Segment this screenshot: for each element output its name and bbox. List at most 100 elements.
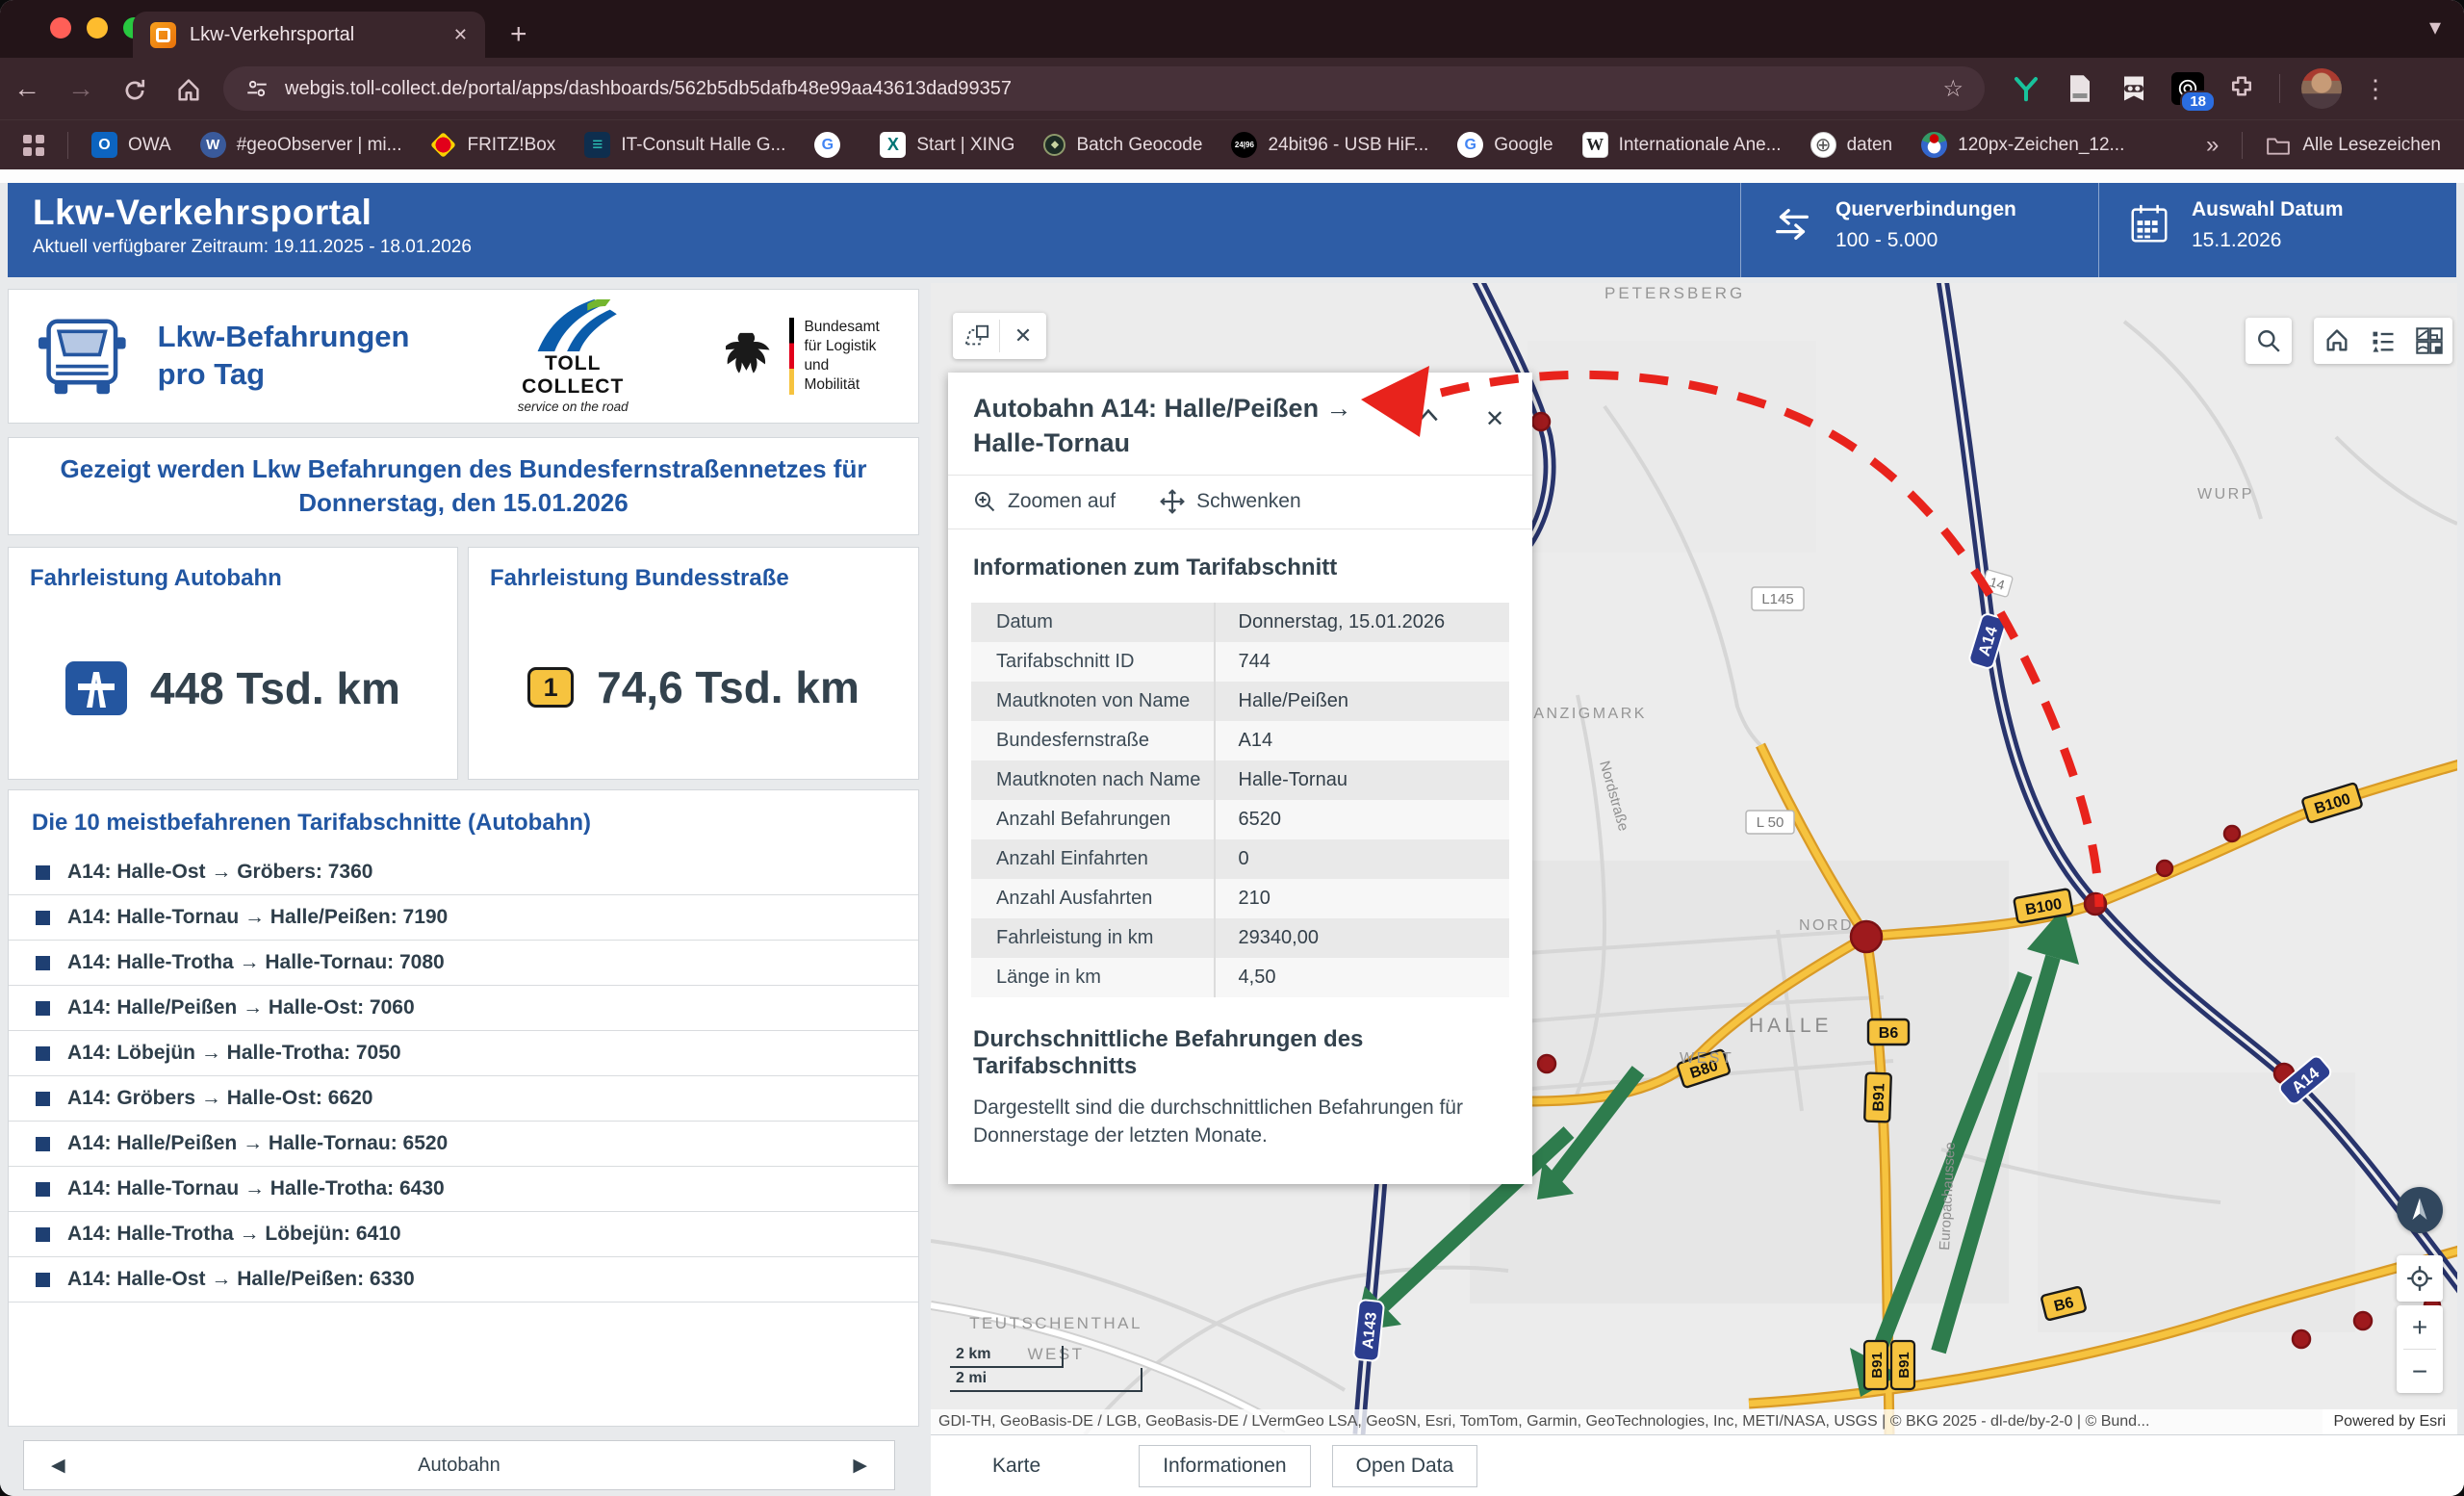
locate-button[interactable] (2397, 1255, 2443, 1302)
list-item[interactable]: A14: Halle-Trotha → Halle-Tornau: 7080 (9, 941, 918, 986)
zoom-out-button[interactable]: − (2397, 1350, 2443, 1393)
page-subtitle: Aktuell verfügbarer Zeitraum: 19.11.2025… (33, 237, 472, 258)
bookmark-item[interactable]: Batch Geocode (1043, 134, 1202, 156)
bookmark-item[interactable]: Internationale Ane... (1582, 132, 1782, 158)
address-bar[interactable]: webgis.toll-collect.de/portal/apps/dashb… (223, 66, 1985, 111)
segment-bullet-icon (36, 1182, 50, 1197)
row-value: Halle-Tornau (1214, 761, 1509, 800)
home-button[interactable] (162, 73, 216, 104)
legend-button[interactable] (2360, 318, 2406, 364)
row-value: Donnerstag, 15.01.2026 (1214, 603, 1509, 642)
list-item[interactable]: A14: Löbejün → Halle-Trotha: 7050 (9, 1031, 918, 1076)
forward-button[interactable]: → (54, 73, 108, 104)
bookmark-favicon-icon (1043, 134, 1065, 156)
apps-grid-icon[interactable] (23, 135, 44, 156)
extension-green-icon[interactable] (2010, 72, 2042, 105)
bookmark-item[interactable]: 24bit96 - USB HiF... (1231, 132, 1428, 158)
new-tab-button[interactable]: + (510, 13, 527, 56)
extensions-puzzle-icon[interactable] (2225, 72, 2258, 105)
profile-avatar[interactable] (2301, 68, 2342, 109)
auswahl-datum-link[interactable]: Auswahl Datum 15.1.2026 (2098, 183, 2456, 277)
browser-tab[interactable]: Lkw-Verkehrsportal ✕ (133, 12, 485, 58)
pager-prev-icon[interactable]: ◀ (24, 1455, 92, 1477)
row-value: 210 (1214, 879, 1509, 918)
bookmark-item[interactable]: FRITZ!Box (430, 132, 555, 158)
tab-karte[interactable]: Karte (969, 1446, 1064, 1486)
compass-button[interactable] (2397, 1187, 2443, 1233)
bookmark-item[interactable]: Google (1457, 132, 1553, 158)
home-extent-button[interactable] (2314, 318, 2360, 364)
row-value: 29340,00 (1214, 918, 1509, 958)
list-item-label: A14: Halle/Peißen → Halle-Ost: 7060 (67, 996, 415, 1019)
basemap-gallery-button[interactable] (2406, 318, 2452, 364)
bookmark-item[interactable]: OWA (91, 132, 171, 158)
site-settings-icon[interactable] (244, 76, 270, 101)
bookmark-favicon-icon (200, 132, 226, 158)
bookmark-item[interactable]: Start | XING (880, 132, 1014, 158)
bookmark-item[interactable]: daten (1810, 132, 1893, 158)
reload-button[interactable] (108, 73, 162, 104)
list-item[interactable]: A14: Halle-Ost → Gröbers: 7360 (9, 850, 918, 895)
list-item-label: A14: Halle-Trotha → Löbejün: 6410 (67, 1223, 401, 1246)
extension-document-icon[interactable] (2064, 72, 2096, 105)
swap-arrows-icon (1770, 202, 1814, 246)
chrome-menu-icon[interactable]: ⋮ (2363, 74, 2388, 104)
bookmark-item[interactable] (814, 132, 851, 158)
top10-card: Die 10 meistbefahrenen Tarifabschnitte (… (8, 789, 919, 1427)
row-label: Mautknoten von Name (971, 690, 1214, 712)
row-value: A14 (1214, 721, 1509, 761)
bookmarks-bar: OWA #geoObserver | mi... FRITZ!Box IT-Co… (0, 119, 2464, 169)
querverbindungen-link[interactable]: Querverbindungen 100 - 5.000 (1740, 183, 2098, 277)
bookmarks-overflow-icon[interactable]: » (2206, 132, 2219, 159)
list-item[interactable]: A14: Halle/Peißen → Halle-Ost: 7060 (9, 986, 918, 1031)
table-row: Länge in km 4,50 (971, 958, 1509, 997)
search-icon (2256, 328, 2281, 353)
zoom-in-button[interactable]: + (2397, 1305, 2443, 1349)
lasso-select-button[interactable] (953, 313, 999, 359)
pager-next-icon[interactable]: ▶ (826, 1455, 894, 1477)
back-button[interactable]: ← (0, 73, 54, 104)
all-bookmarks-button[interactable]: Alle Lesezeichen (2266, 135, 2441, 156)
home-icon (175, 77, 202, 104)
segment-bullet-icon (36, 1001, 50, 1016)
list-item[interactable]: A14: Halle-Tornau → Halle/Peißen: 7190 (9, 895, 918, 941)
bookmark-star-icon[interactable]: ☆ (1942, 75, 1964, 103)
list-item[interactable]: A14: Halle-Trotha → Löbejün: 6410 (9, 1212, 918, 1257)
search-button[interactable] (2246, 318, 2292, 364)
popup-title: Autobahn A14: Halle/Peißen → Halle-Torna… (973, 392, 1393, 461)
row-label: Länge in km (971, 967, 1214, 989)
pan-action[interactable]: Schwenken (1160, 489, 1301, 514)
tab-close-icon[interactable]: ✕ (453, 25, 468, 45)
macos-close-button[interactable] (50, 17, 71, 39)
bookmark-item[interactable]: 120px-Zeichen_12... (1921, 132, 2124, 158)
bookmark-favicon-icon (1231, 132, 1257, 158)
zoom-to-action[interactable]: Zoomen auf (973, 490, 1116, 513)
compass-needle-icon (2405, 1196, 2434, 1225)
tab-informationen[interactable]: Informationen (1139, 1445, 1310, 1487)
list-item[interactable]: A14: Halle-Tornau → Halle-Trotha: 6430 (9, 1167, 918, 1212)
bottom-tabs: Karte Informationen Open Data (931, 1434, 2464, 1496)
extension-camera-icon[interactable]: 18 (2171, 72, 2204, 105)
reload-icon (121, 77, 148, 104)
svg-text:NORD: NORD (1799, 917, 1854, 934)
svg-text:HALLE: HALLE (1749, 1015, 1833, 1037)
segment-bullet-icon (36, 1092, 50, 1106)
bookmark-item[interactable]: #geoObserver | mi... (200, 132, 402, 158)
list-item[interactable]: A14: Gröbers → Halle-Ost: 6620 (9, 1076, 918, 1122)
window-chevron-icon[interactable]: ▾ (2429, 13, 2441, 41)
scale-mi: 2 mi (950, 1368, 1142, 1392)
popup-section2-text: Dargestellt sind die durchschnittlichen … (973, 1094, 1507, 1150)
tab-open-data[interactable]: Open Data (1332, 1445, 1478, 1487)
popup-close-icon[interactable]: ✕ (1485, 405, 1504, 433)
popup-collapse-button[interactable] (1416, 405, 1441, 427)
pan-label: Schwenken (1196, 490, 1301, 513)
card-title: Lkw-Befahrungen pro Tag (158, 319, 465, 394)
list-item-label: A14: Halle-Tornau → Halle-Trotha: 6430 (67, 1177, 445, 1200)
list-item[interactable]: A14: Halle-Ost → Halle/Peißen: 6330 (9, 1257, 918, 1303)
macos-minimize-button[interactable] (87, 17, 108, 39)
scale-km: 2 km (950, 1346, 1064, 1368)
clear-selection-button[interactable]: ✕ (1000, 313, 1046, 359)
list-item[interactable]: A14: Halle/Peißen → Halle-Tornau: 6520 (9, 1122, 918, 1167)
bookmark-item[interactable]: IT-Consult Halle G... (584, 132, 785, 158)
extension-privacy-icon[interactable] (2118, 72, 2150, 105)
